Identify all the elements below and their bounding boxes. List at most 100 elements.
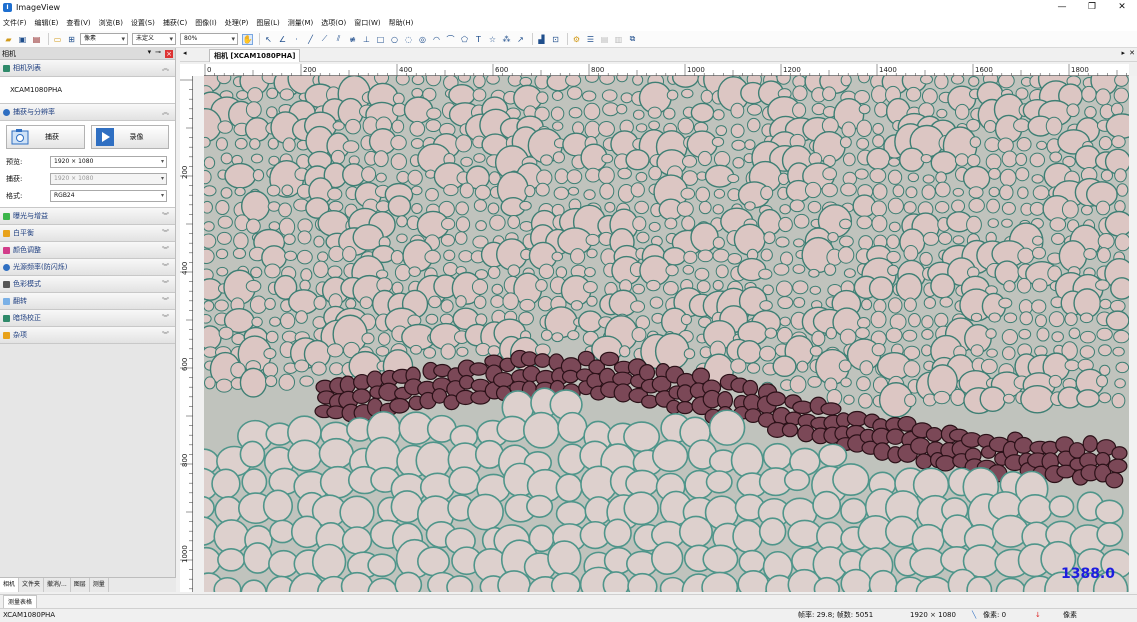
menu-help[interactable]: 帮助(H) xyxy=(389,18,414,28)
color-adjust-section[interactable]: 颜色调整 ︾ xyxy=(0,242,175,259)
expand-icon[interactable]: ︾ xyxy=(162,296,169,306)
expand-icon[interactable]: ︾ xyxy=(162,245,169,255)
line-tool-icon[interactable]: ╱ xyxy=(305,34,316,45)
menu-image[interactable]: 图像(I) xyxy=(195,18,217,28)
histogram-icon[interactable]: ▟ xyxy=(536,34,547,45)
arc-tool-icon[interactable]: ◠ xyxy=(431,34,442,45)
select-arrow-icon[interactable]: ↖ xyxy=(263,34,274,45)
expand-icon[interactable]: ︾ xyxy=(162,313,169,323)
polyline-tool-icon[interactable]: ⟋ xyxy=(319,34,330,45)
document-tab[interactable]: 相机 [XCAM1080PHA] xyxy=(209,49,301,62)
panel-close-icon[interactable]: × xyxy=(165,50,173,58)
zoom-select[interactable]: 80% xyxy=(180,33,238,45)
tissue-cell xyxy=(448,84,476,106)
menu-layer[interactable]: 图层(L) xyxy=(256,18,279,28)
annulus-tool-icon[interactable]: ◎ xyxy=(417,34,428,45)
menu-options[interactable]: 选项(O) xyxy=(321,18,346,28)
vertical-scrollbar[interactable] xyxy=(1129,76,1137,592)
menu-capture[interactable]: 捕获(C) xyxy=(163,18,187,28)
point-tool-icon[interactable]: · xyxy=(291,34,302,45)
preview-resolution-select[interactable]: 1920 × 1080 xyxy=(50,155,167,168)
expand-icon[interactable]: ︾ xyxy=(162,211,169,221)
polygon-tool-icon[interactable]: ⬠ xyxy=(459,34,470,45)
tab-folder[interactable]: 文件夹 xyxy=(19,578,45,592)
calibration-select[interactable]: 未定义 xyxy=(132,33,176,45)
settings-icon[interactable]: ⚙ xyxy=(571,34,582,45)
unit-select[interactable]: 像素 xyxy=(80,33,128,45)
menu-process[interactable]: 处理(P) xyxy=(225,18,249,28)
tab-measure[interactable]: 测量 xyxy=(90,578,109,592)
collapse-icon[interactable]: ︽ xyxy=(162,63,169,73)
tissue-cell xyxy=(632,109,645,120)
format-select[interactable]: RGB24 xyxy=(50,189,167,202)
menu-settings[interactable]: 设置(S) xyxy=(131,18,155,28)
misc-section[interactable]: 杂项 ︾ xyxy=(0,327,175,344)
menu-bar: 文件(F) 编辑(E) 查看(V) 浏览(B) 设置(S) 捕获(C) 图像(I… xyxy=(0,15,1137,31)
exposure-gain-section[interactable]: 曝光与增益 ︾ xyxy=(0,208,175,225)
flip-section[interactable]: 翻转 ︾ xyxy=(0,293,175,310)
capture-resolution-section[interactable]: 捕获与分辨率 ︽ xyxy=(0,104,175,121)
record-button[interactable]: 录像 xyxy=(90,125,169,149)
star-tool-icon[interactable]: ☆ xyxy=(487,34,498,45)
menu-window[interactable]: 窗口(W) xyxy=(354,18,380,28)
close-button[interactable]: ✕ xyxy=(1107,0,1137,15)
tissue-cell xyxy=(698,200,712,215)
camera-device-item[interactable]: XCAM1080PHA xyxy=(0,77,175,103)
save-all-icon[interactable]: ▤ xyxy=(31,34,42,45)
tissue-cell xyxy=(772,355,797,378)
align-icon[interactable]: ☰ xyxy=(585,34,596,45)
light-frequency-section[interactable]: 光源频率(防闪烁) ︾ xyxy=(0,259,175,276)
multi-line-tool-icon[interactable]: ≢ xyxy=(347,34,358,45)
pan-hand-icon[interactable]: ✋ xyxy=(242,33,253,45)
tab-camera[interactable]: 相机 xyxy=(0,578,20,592)
circle-tool-icon[interactable]: ◌ xyxy=(403,34,414,45)
counter-tool-icon[interactable]: ⁂ xyxy=(501,34,512,45)
tab-close-icon[interactable]: ✕ xyxy=(1129,49,1135,57)
tab-undo[interactable]: 撤消/... xyxy=(44,578,71,592)
collapse-icon[interactable]: ︽ xyxy=(162,107,169,117)
white-balance-section[interactable]: 白平衡 ︾ xyxy=(0,225,175,242)
tissue-cell xyxy=(264,297,276,311)
tissue-cell xyxy=(550,106,565,121)
menu-view[interactable]: 查看(V) xyxy=(66,18,90,28)
tissue-cell xyxy=(583,280,598,294)
expand-icon[interactable]: ︾ xyxy=(162,330,169,340)
expand-icon[interactable]: ︾ xyxy=(162,262,169,272)
menu-browse[interactable]: 浏览(B) xyxy=(99,18,123,28)
dark-field-section[interactable]: 暗场校正 ︾ xyxy=(0,310,175,327)
maximize-button[interactable]: ❐ xyxy=(1077,0,1107,15)
tissue-cell xyxy=(497,570,531,592)
expand-icon[interactable]: ︾ xyxy=(162,279,169,289)
menu-measure[interactable]: 测量(M) xyxy=(288,18,314,28)
fit-window-icon[interactable]: ⊡ xyxy=(550,34,561,45)
parallel-tool-icon[interactable]: ⫽ xyxy=(333,34,344,45)
tab-scroll-right-icon[interactable]: ▸ xyxy=(1121,49,1125,57)
pin-icon[interactable]: ⊸ xyxy=(155,48,161,58)
camera-list-section[interactable]: 相机列表 ︽ xyxy=(0,60,175,77)
exposure-icon xyxy=(3,212,10,220)
menu-file[interactable]: 文件(F) xyxy=(3,18,27,28)
save-icon[interactable]: ▣ xyxy=(17,34,28,45)
panel-menu-icon[interactable]: ▾ xyxy=(148,48,152,58)
angle-tool-icon[interactable]: ∠ xyxy=(277,34,288,45)
grid-icon[interactable]: ⊞ xyxy=(66,34,77,45)
arrow-tool-icon[interactable]: ↗ xyxy=(515,34,526,45)
expand-icon[interactable]: ︾ xyxy=(162,228,169,238)
open-icon[interactable]: ▰ xyxy=(3,34,14,45)
minimize-button[interactable]: — xyxy=(1047,0,1077,15)
export-icon[interactable]: ⧉ xyxy=(627,34,638,45)
tissue-cell xyxy=(215,378,233,393)
color-mode-section[interactable]: 色彩模式 ︾ xyxy=(0,276,175,293)
menu-edit[interactable]: 编辑(E) xyxy=(35,18,59,28)
horizontal-ruler-ticks: 0 200 400 600 800 1000 1200 1400 1600 1800 xyxy=(204,64,1127,76)
curve-tool-icon[interactable]: ⌒ xyxy=(445,34,456,45)
ellipse-tool-icon[interactable]: ○ xyxy=(389,34,400,45)
folder-icon[interactable]: ▭ xyxy=(52,34,63,45)
tab-scroll-left-icon[interactable]: ◂ xyxy=(183,49,187,57)
snap-button[interactable]: 捕获 xyxy=(6,125,85,149)
tab-layers[interactable]: 图层 xyxy=(71,578,90,592)
text-tool-icon[interactable]: T xyxy=(473,34,484,45)
microscope-image-view[interactable]: 1388.0 xyxy=(204,76,1129,592)
perpendicular-tool-icon[interactable]: ⊥ xyxy=(361,34,372,45)
rectangle-tool-icon[interactable]: □ xyxy=(375,34,386,45)
